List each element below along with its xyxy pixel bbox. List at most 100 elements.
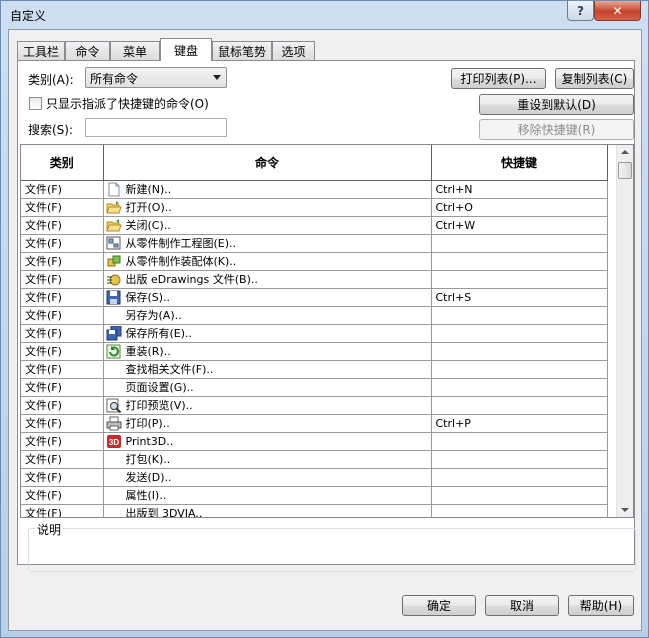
table-row[interactable]: 文件(F) 另存为(A)..	[21, 306, 608, 325]
scroll-down-icon[interactable]	[621, 508, 629, 512]
command-label: 从零件制作装配体(K)..	[125, 255, 237, 268]
table-row[interactable]: 文件(F) 出版到 3DVIA..	[21, 504, 608, 517]
shortcut-cell[interactable]	[431, 468, 608, 487]
command-label: 发送(D)..	[125, 471, 172, 484]
column-header-category[interactable]: 类别	[21, 145, 104, 181]
shortcut-cell[interactable]: Ctrl+W	[431, 216, 608, 235]
search-input[interactable]	[85, 118, 227, 137]
shortcut-cell[interactable]	[431, 234, 608, 253]
column-header-command[interactable]: 命令	[103, 145, 432, 181]
shortcut-cell[interactable]	[431, 270, 608, 289]
category-cell: 文件(F)	[21, 216, 104, 235]
table-row[interactable]: 文件(F) 出版 eDrawings 文件(B)..	[21, 270, 608, 289]
command-label: 从零件制作工程图(E)..	[125, 237, 237, 250]
window-title: 自定义	[10, 9, 47, 23]
tab-mouse-gestures[interactable]: 鼠标笔势	[212, 41, 272, 60]
drawing-from-part-icon	[106, 236, 122, 251]
vertical-scrollbar[interactable]	[616, 145, 633, 517]
table-row[interactable]: 文件(F) 发送(D)..	[21, 468, 608, 487]
command-label: 打印预览(V)..	[125, 399, 193, 412]
tab-keyboard[interactable]: 键盘	[160, 38, 212, 61]
shortcut-cell[interactable]	[431, 360, 608, 379]
command-cell: 打印预览(V)..	[103, 396, 432, 415]
shortcut-cell[interactable]	[431, 306, 608, 325]
button-label: 确定	[426, 599, 451, 613]
table-row[interactable]: 文件(F) 属性(I)..	[21, 486, 608, 505]
print-preview-icon	[106, 398, 122, 413]
category-cell: 文件(F)	[21, 306, 104, 325]
shortcut-cell[interactable]	[431, 504, 608, 517]
close-button[interactable]: ✕	[594, 1, 641, 21]
shortcut-cell[interactable]	[431, 378, 608, 397]
shortcut-cell[interactable]	[431, 324, 608, 343]
title-bar[interactable]: 自定义 ? ✕	[1, 1, 648, 29]
tab-label: 工具栏	[22, 44, 59, 59]
category-cell: 文件(F)	[21, 288, 104, 307]
shortcut-cell[interactable]: Ctrl+S	[431, 288, 608, 307]
scroll-up-icon[interactable]	[621, 150, 629, 154]
shortcut-cell[interactable]	[431, 342, 608, 361]
edrawings-publish-icon	[106, 272, 122, 287]
shortcut-table: 类别 命令 快捷键 文件(F) 新建(N).. Ctrl+N 文件(F) 打开(O)..…	[20, 144, 634, 518]
shortcut-cell[interactable]: Ctrl+N	[431, 180, 608, 199]
button-label: 取消	[509, 599, 534, 613]
command-cell: 重装(R)..	[103, 342, 432, 361]
table-row[interactable]: 文件(F) 关闭(C).. Ctrl+W	[21, 216, 608, 235]
shortcut-cell[interactable]: Ctrl+O	[431, 198, 608, 217]
reset-default-button[interactable]: 重设到默认(D)	[479, 94, 634, 115]
assembly-from-part-icon	[106, 254, 122, 269]
tab-toolbars[interactable]: 工具栏	[17, 41, 65, 60]
command-cell: 保存(S)..	[103, 288, 432, 307]
column-header-shortcut[interactable]: 快捷键	[431, 145, 608, 181]
description-groupbox	[28, 528, 636, 572]
table-row[interactable]: 文件(F) 打印(P).. Ctrl+P	[21, 414, 608, 433]
category-cell: 文件(F)	[21, 342, 104, 361]
table-row[interactable]: 文件(F) 打开(O).. Ctrl+O	[21, 198, 608, 217]
tab-label: 菜单	[122, 44, 147, 59]
table-row[interactable]: 文件(F) 页面设置(G)..	[21, 378, 608, 397]
category-cell: 文件(F)	[21, 324, 104, 343]
help-caption-button[interactable]: ?	[567, 1, 594, 21]
shortcut-cell[interactable]	[431, 252, 608, 271]
category-cell: 文件(F)	[21, 360, 104, 379]
cancel-button[interactable]: 取消	[485, 595, 559, 616]
ok-button[interactable]: 确定	[402, 595, 476, 616]
close-icon: ✕	[612, 3, 623, 18]
category-cell: 文件(F)	[21, 198, 104, 217]
only-assigned-checkbox[interactable]	[29, 97, 42, 110]
shortcut-cell[interactable]	[431, 432, 608, 451]
table-row[interactable]: 文件(F) 从零件制作装配体(K)..	[21, 252, 608, 271]
copy-list-button[interactable]: 复制列表(C)	[555, 68, 634, 89]
command-label: 保存(S)..	[125, 291, 171, 304]
category-cell: 文件(F)	[21, 234, 104, 253]
table-row[interactable]: 文件(F) 打印预览(V)..	[21, 396, 608, 415]
shortcut-cell[interactable]: Ctrl+P	[431, 414, 608, 433]
save-all-icon	[106, 325, 122, 341]
table-row[interactable]: 文件(F) 新建(N).. Ctrl+N	[21, 180, 608, 199]
remove-shortcut-button[interactable]: 移除快捷键(R)	[479, 119, 634, 140]
scroll-thumb[interactable]	[618, 162, 632, 179]
shortcut-cell[interactable]	[431, 450, 608, 469]
shortcut-cell[interactable]	[431, 396, 608, 415]
table-row[interactable]: 文件(F) 从零件制作工程图(E)..	[21, 234, 608, 253]
table-row[interactable]: 文件(F) 查找相关文件(F)..	[21, 360, 608, 379]
category-cell: 文件(F)	[21, 378, 104, 397]
tab-commands[interactable]: 命令	[65, 41, 110, 60]
table-row[interactable]: 文件(F) 重装(R)..	[21, 342, 608, 361]
command-label: 属性(I)..	[125, 489, 167, 502]
category-dropdown[interactable]: 所有命令	[85, 67, 227, 88]
table-row[interactable]: 文件(F) 打包(K)..	[21, 450, 608, 469]
tab-options[interactable]: 选项	[272, 41, 315, 60]
command-label: 打包(K)..	[125, 453, 171, 466]
table-row[interactable]: 文件(F) 保存(S).. Ctrl+S	[21, 288, 608, 307]
table-row[interactable]: 文件(F) 保存所有(E)..	[21, 324, 608, 343]
table-row[interactable]: 文件(F) 3D Print3D..	[21, 432, 608, 451]
help-button[interactable]: 帮助(H)	[568, 595, 634, 616]
print-list-button[interactable]: 打印列表(P)...	[451, 68, 546, 89]
save-floppy-icon	[106, 290, 122, 305]
command-cell: 打包(K)..	[103, 450, 432, 469]
shortcut-cell[interactable]	[431, 486, 608, 505]
tab-menus[interactable]: 菜单	[110, 41, 160, 60]
category-cell: 文件(F)	[21, 270, 104, 289]
command-cell: 保存所有(E)..	[103, 324, 432, 343]
